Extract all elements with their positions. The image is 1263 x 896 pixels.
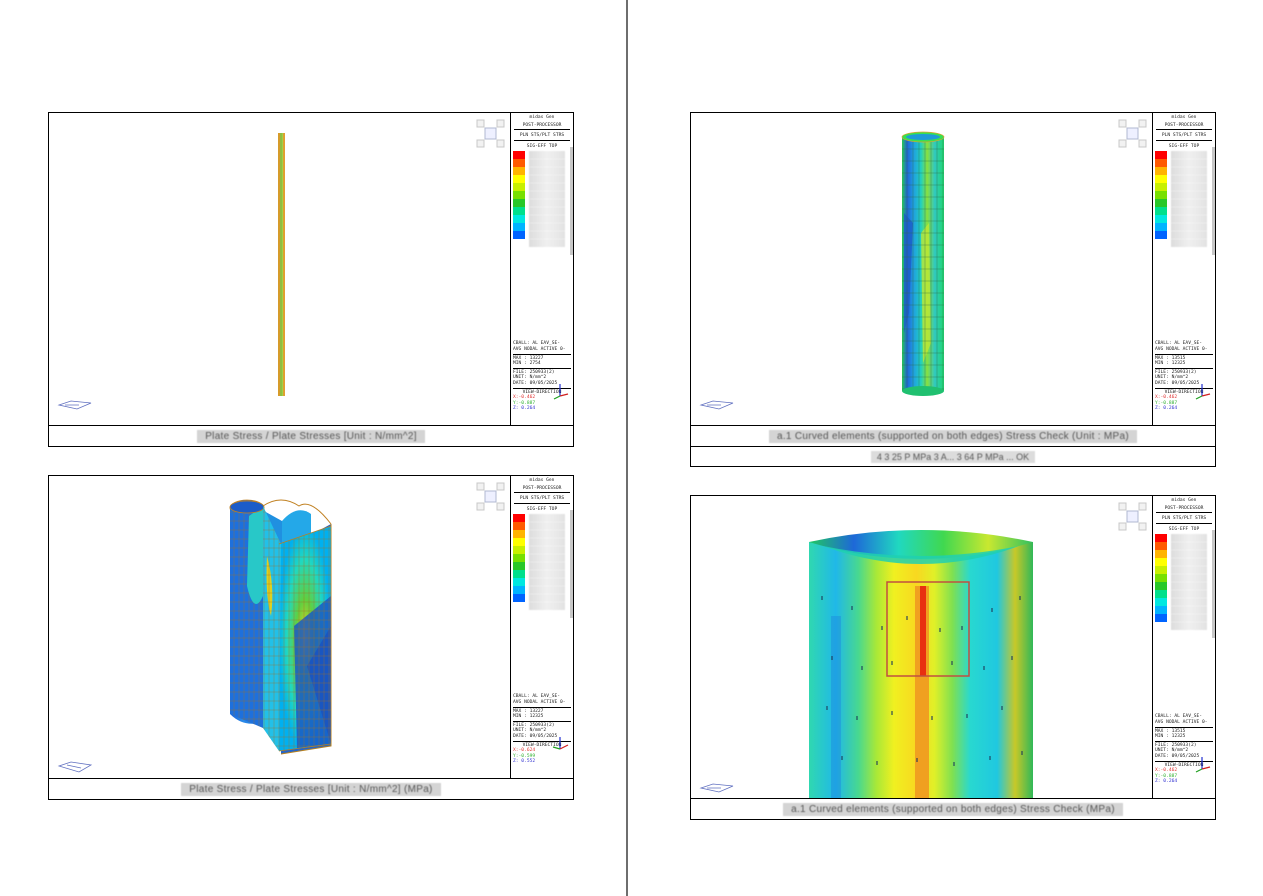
scale-values-redacted bbox=[1171, 151, 1207, 247]
legend-info: CBALL: AL EAV_SE- AVG NODAL ACTIVE 0- MA… bbox=[1155, 341, 1213, 412]
legend-subtitle: POST-PROCESSOR bbox=[522, 122, 562, 128]
legend-component: SIG-EFF TOP bbox=[526, 143, 558, 149]
axis-triad-icon bbox=[1195, 757, 1211, 773]
legend-title: midas Gen bbox=[529, 115, 555, 120]
legend-component: SIG-EFF TOP bbox=[1168, 143, 1200, 149]
model-viewport bbox=[49, 113, 511, 426]
figure-panel-cylinder-group: midas Gen POST-PROCESSOR PLN STS/PLT STR… bbox=[48, 475, 574, 800]
cylinder-detail-model bbox=[809, 530, 1033, 799]
scale-values-redacted bbox=[529, 514, 565, 610]
color-scale-bar bbox=[513, 514, 525, 602]
figure-subcaption: 4 3 25 P MPa 3 A... 3 64 P MPa ... OK bbox=[690, 447, 1216, 467]
figure-panel-cylinder-detail: midas Gen POST-PROCESSOR PLN STS/PLT STR… bbox=[690, 495, 1216, 820]
legend-component: SIG-EFF TOP bbox=[526, 506, 558, 512]
figure-caption: Plate Stress / Plate Stresses [Unit : N/… bbox=[49, 778, 573, 799]
cylinder-group-model bbox=[229, 499, 332, 755]
view-cube-icon[interactable] bbox=[476, 119, 506, 149]
legend-panel: midas Gen POST-PROCESSOR PLN STS/PLT STR… bbox=[510, 113, 573, 426]
orientation-icon bbox=[699, 400, 734, 410]
axis-triad-icon bbox=[553, 384, 569, 400]
legend-panel: midas Gen POST-PROCESSOR PLN STS/PLT STR… bbox=[1152, 113, 1215, 426]
figure-caption: a.1 Curved elements (supported on both e… bbox=[691, 798, 1215, 819]
legend-result-type: PLN STS/PLT STRS bbox=[1161, 516, 1207, 522]
view-z: Z: 0.264 bbox=[1155, 406, 1178, 412]
min-value: MIN : 12325 bbox=[1155, 734, 1186, 740]
view-cube-icon[interactable] bbox=[476, 482, 506, 512]
legend-subtitle: POST-PROCESSOR bbox=[1164, 505, 1204, 511]
min-value: MIN : 12325 bbox=[1155, 361, 1186, 367]
calc-info-2: AVG NODAL ACTIVE 0- bbox=[513, 700, 566, 706]
legend-info: CBALL: AL EAV_SE- AVG NODAL ACTIVE 0- MA… bbox=[513, 341, 571, 412]
scale-values-redacted bbox=[529, 151, 565, 247]
view-z: Z: 0.552 bbox=[513, 759, 536, 765]
view-z: Z: 0.264 bbox=[1155, 779, 1178, 785]
legend-title: midas Gen bbox=[1171, 498, 1197, 503]
color-scale-bar bbox=[1155, 534, 1167, 622]
color-scale-bar bbox=[1155, 151, 1167, 239]
min-value: MIN : 2754 bbox=[513, 361, 541, 367]
legend-panel: midas Gen POST-PROCESSOR PLN STS/PLT STR… bbox=[1152, 496, 1215, 799]
calc-info-2: AVG NODAL ACTIVE 0- bbox=[513, 347, 566, 353]
legend-info: CBALL: AL EAV_SE- AVG NODAL ACTIVE 0- MA… bbox=[1155, 714, 1213, 785]
orientation-icon bbox=[57, 400, 92, 410]
axis-triad-icon bbox=[552, 737, 569, 750]
model-viewport bbox=[691, 496, 1153, 799]
model-viewport bbox=[691, 113, 1153, 426]
figure-panel-thin-column: midas Gen POST-PROCESSOR PLN STS/PLT STR… bbox=[48, 112, 574, 447]
orientation-icon bbox=[699, 783, 734, 793]
page-divider bbox=[626, 0, 628, 896]
min-value: MIN : 12325 bbox=[513, 714, 544, 720]
legend-info: CBALL: AL EAV_SE- AVG NODAL ACTIVE 0- MA… bbox=[513, 694, 571, 765]
view-z: Z: 0.264 bbox=[513, 406, 536, 412]
legend-result-type: PLN STS/PLT STRS bbox=[519, 133, 565, 139]
legend-result-type: PLN STS/PLT STRS bbox=[519, 496, 565, 502]
legend-subtitle: POST-PROCESSOR bbox=[1164, 122, 1204, 128]
legend-component: SIG-EFF TOP bbox=[1168, 526, 1200, 532]
single-cylinder-model bbox=[901, 131, 945, 396]
scale-values-redacted bbox=[1171, 534, 1207, 630]
legend-title: midas Gen bbox=[1171, 115, 1197, 120]
legend-title: midas Gen bbox=[529, 478, 555, 483]
axis-triad-icon bbox=[1195, 384, 1211, 400]
figure-panel-single-cylinder: midas Gen POST-PROCESSOR PLN STS/PLT STR… bbox=[690, 112, 1216, 447]
color-scale-bar bbox=[513, 151, 525, 239]
view-cube-icon[interactable] bbox=[1118, 119, 1148, 149]
figure-caption: a.1 Curved elements (supported on both e… bbox=[691, 425, 1215, 446]
calc-info-2: AVG NODAL ACTIVE 0- bbox=[1155, 347, 1208, 353]
view-cube-icon[interactable] bbox=[1118, 502, 1148, 532]
figure-caption: Plate Stress / Plate Stresses [Unit : N/… bbox=[49, 425, 573, 446]
orientation-icon bbox=[57, 761, 93, 773]
model-viewport bbox=[49, 476, 511, 779]
legend-result-type: PLN STS/PLT STRS bbox=[1161, 133, 1207, 139]
calc-info-2: AVG NODAL ACTIVE 0- bbox=[1155, 720, 1208, 726]
legend-panel: midas Gen POST-PROCESSOR PLN STS/PLT STR… bbox=[510, 476, 573, 779]
legend-subtitle: POST-PROCESSOR bbox=[522, 485, 562, 491]
thin-column-model bbox=[278, 133, 285, 396]
